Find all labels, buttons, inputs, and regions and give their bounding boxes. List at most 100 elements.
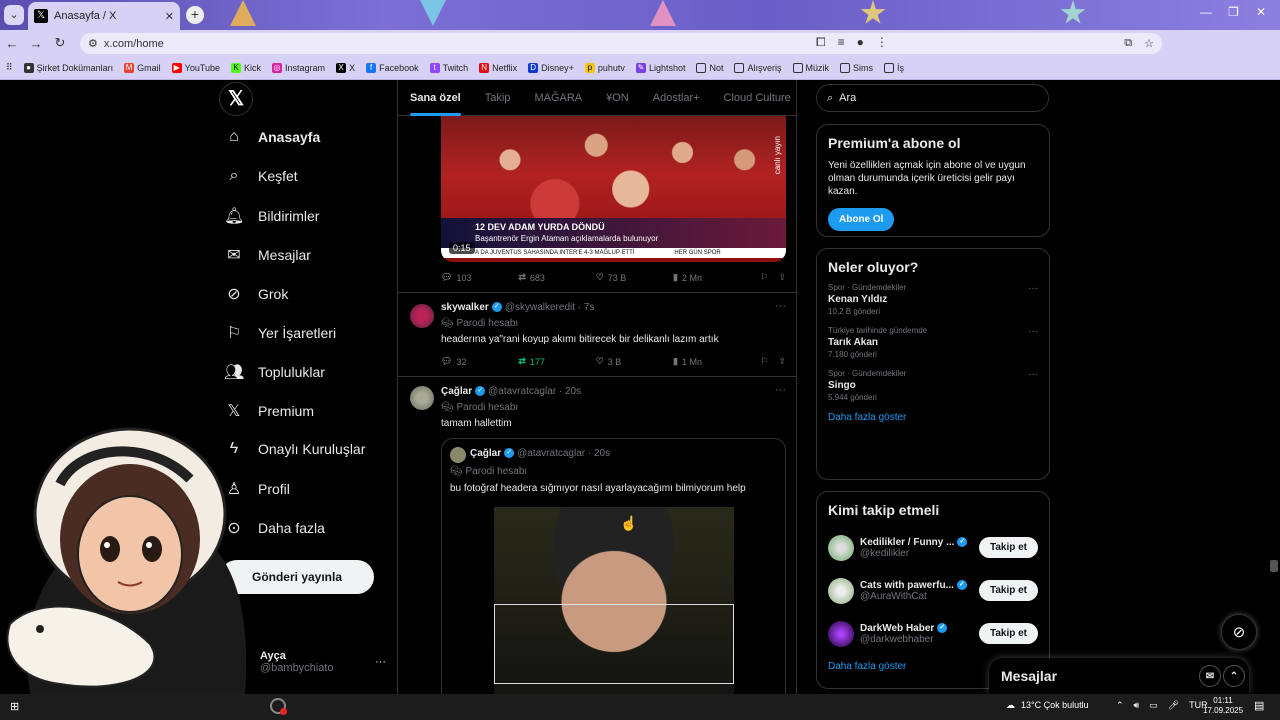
search-input[interactable]: ⌕ Ara <box>816 84 1049 112</box>
weather-widget[interactable]: ☁ 13°C Çok bulutlu <box>1006 700 1089 711</box>
nav-item-explore[interactable]: ⌕ Keşfet <box>224 167 298 185</box>
subscribe-button[interactable]: Abone Ol <box>828 208 895 231</box>
bookmark-item[interactable]: K Kick <box>231 62 261 73</box>
grok-icon: ⊘ <box>1232 624 1246 641</box>
mic-icon[interactable]: 🎤︎ <box>1168 700 1179 711</box>
nav-item-grok[interactable]: ⊘ Grok <box>224 284 288 304</box>
tab-list[interactable]: ¥ON <box>606 92 629 104</box>
nav-item-messages[interactable]: ✉ Mesajlar <box>224 245 311 265</box>
more-dots-icon[interactable]: ··· <box>1028 326 1038 337</box>
new-tab-button[interactable]: + <box>186 6 204 24</box>
notification-icon[interactable]: ▤ <box>1254 699 1264 712</box>
banner-decoration <box>230 0 256 26</box>
tab-for-you[interactable]: Sana özel <box>410 92 461 116</box>
show-more-link[interactable]: Daha fazla göster <box>828 412 1038 423</box>
forward-icon[interactable]: → <box>24 36 48 51</box>
scrollbar-thumb[interactable] <box>1270 560 1278 572</box>
tab-list[interactable]: Adostlar+ <box>653 92 700 104</box>
bookmark-folder[interactable]: İş <box>884 62 904 73</box>
chevron-up-icon[interactable]: ⌃ <box>1116 700 1124 711</box>
repost-button[interactable]: ⇄ 683 <box>518 272 595 283</box>
bookmark-icon[interactable]: ⚐ <box>760 272 768 283</box>
avatar[interactable] <box>410 304 434 328</box>
trend-item[interactable]: Spor · Gündemdekiler Kenan Yıldız 10,2 B… <box>828 283 1038 316</box>
tab-list[interactable]: Cloud Culture <box>724 92 791 104</box>
share-icon[interactable]: ⇪ <box>778 356 786 367</box>
feed-tabs: Sana özel Takip MAĞARA ¥ON Adostlar+ Clo… <box>398 80 796 116</box>
maximize-icon[interactable]: ❐ <box>1228 5 1239 19</box>
bookmark-item[interactable]: D Disney+ <box>528 62 574 73</box>
avatar[interactable] <box>410 386 434 410</box>
x-logo-icon[interactable]: 𝕏 <box>219 82 253 116</box>
close-tab-icon[interactable]: ✕ <box>165 10 174 23</box>
bookmark-folder[interactable]: Müzik <box>792 62 829 73</box>
reply-button[interactable]: 💬︎ 103 <box>441 272 518 283</box>
windows-taskbar: ⊞ ☁ 13°C Çok bulutlu ⌃ 🔊︎ ▭ 🎤︎ TUR 01:11 1… <box>0 694 1280 720</box>
new-message-icon[interactable]: ✉ <box>1199 665 1221 687</box>
site-info-icon[interactable]: ⚙ <box>88 37 98 50</box>
quote-text: bu fotoğraf headera sığmıyor nasıl ayarl… <box>450 483 746 494</box>
follow-suggestion[interactable]: Kedilikler / Funny ... ✓ @kedilikler Takip… <box>828 526 1038 569</box>
start-icon[interactable]: ⊞ <box>10 700 19 713</box>
trend-item[interactable]: Spor · Gündemdekiler Singo 5.944 gönderi… <box>828 369 1038 402</box>
back-icon[interactable]: ← <box>0 36 24 51</box>
tab-list[interactable]: MAĞARA <box>534 92 582 104</box>
repost-button[interactable]: ⇄ 177 <box>518 356 595 367</box>
bookmark-item[interactable]: p puhutv <box>584 62 625 73</box>
nav-item-bookmarks[interactable]: ⚐ Yer İşaretleri <box>224 323 336 343</box>
follow-button[interactable]: Takip et <box>978 623 1038 644</box>
bookmark-folder[interactable]: Sims <box>840 62 873 73</box>
follow-suggestion[interactable]: Cats with pawerfu... ✓ @AuraWithCat Takip … <box>828 569 1038 612</box>
like-button[interactable]: ♡ 3 B <box>596 356 673 367</box>
follow-suggestion[interactable]: DarkWeb Haber ✓ @darkwebhaber Takip et <box>828 612 1038 655</box>
grok-fab-button[interactable]: ⊘ <box>1221 614 1257 650</box>
bookmark-item[interactable]: ✎ Lightshot <box>635 62 685 73</box>
more-dots-icon[interactable]: ··· <box>775 300 786 312</box>
browser-tab-active[interactable]: 𝕏 Anasayfa / X ✕ <box>28 2 180 30</box>
bookmark-item[interactable]: N Netflix <box>479 62 517 73</box>
more-dots-icon[interactable]: ··· <box>775 384 786 396</box>
bookmark-icon[interactable]: ⚐ <box>760 356 768 367</box>
quoted-post[interactable]: Çağlar ✓ @atavratcaglar · 20s 🎭︎ Parodi he… <box>441 438 786 694</box>
apps-icon[interactable]: ⠿ <box>6 62 13 73</box>
messages-dock[interactable]: Mesajlar ✉ ⌃ <box>989 658 1249 694</box>
bookmark-item[interactable]: M Gmail <box>124 62 161 73</box>
premium-card: Premium'a abone ol Yeni özellikleri açma… <box>816 124 1050 237</box>
bookmark-folder[interactable]: Alışveriş <box>734 62 782 73</box>
expand-icon[interactable]: ⌃ <box>1223 665 1245 687</box>
install-app-icon[interactable]: ⧉ <box>1124 37 1132 50</box>
volume-icon[interactable]: 🔊︎ <box>1134 700 1140 711</box>
trend-item[interactable]: Türkiye tarihinde gündemde Tarık Akan 7.… <box>828 326 1038 359</box>
bookmark-folder[interactable]: Not <box>696 62 723 73</box>
network-icon[interactable]: ▭ <box>1149 700 1158 711</box>
clock[interactable]: 01:11 17.09.2025 <box>1203 696 1243 716</box>
bookmark-item[interactable]: ● Şirket Dokümanları <box>23 62 113 73</box>
follow-button[interactable]: Takip et <box>978 580 1038 601</box>
views-button[interactable]: ▮ 1 Mn <box>673 356 750 367</box>
nav-item-notifications[interactable]: 🔔︎ Bildirimler <box>224 206 319 226</box>
share-icon[interactable]: ⇪ <box>778 272 786 283</box>
reload-icon[interactable]: ↻ <box>48 35 72 51</box>
video-player[interactable]: canlı yayın 12 DEV ADAM YURDA DÖNDÜ Başa… <box>441 116 786 262</box>
bookmark-item[interactable]: f Facebook <box>366 62 419 73</box>
bookmark-item[interactable]: ◎ Instagram <box>272 62 325 73</box>
bookmark-item[interactable]: XX <box>336 62 355 73</box>
reply-button[interactable]: 💬︎ 32 <box>441 356 518 367</box>
views-button[interactable]: ▮ 2 Mn <box>673 272 750 283</box>
tab-search-button[interactable]: ⌄ <box>4 5 24 25</box>
more-dots-icon[interactable]: ··· <box>1028 369 1038 380</box>
more-dots-icon[interactable]: ··· <box>1028 283 1038 294</box>
nav-item-communities[interactable]: 👥︎ Topluluklar <box>224 362 325 382</box>
nav-item-home[interactable]: ⌂ Anasayfa <box>224 128 320 146</box>
obs-app-icon[interactable] <box>270 698 287 715</box>
like-button[interactable]: ♡ 73 B <box>596 272 673 283</box>
account-switcher[interactable]: Ayça @bambychiato ··· <box>260 650 390 674</box>
close-window-icon[interactable]: ✕ <box>1256 5 1266 19</box>
bookmark-star-icon[interactable]: ☆ <box>1144 37 1154 50</box>
minimize-icon[interactable]: — <box>1200 5 1212 19</box>
bookmark-item[interactable]: t Twitch <box>429 62 468 73</box>
tab-following[interactable]: Takip <box>485 92 511 104</box>
follow-button[interactable]: Takip et <box>978 537 1038 558</box>
bookmark-item[interactable]: ▶ YouTube <box>171 62 220 73</box>
nav-item-premium[interactable]: 𝕏 Premium <box>224 401 314 421</box>
